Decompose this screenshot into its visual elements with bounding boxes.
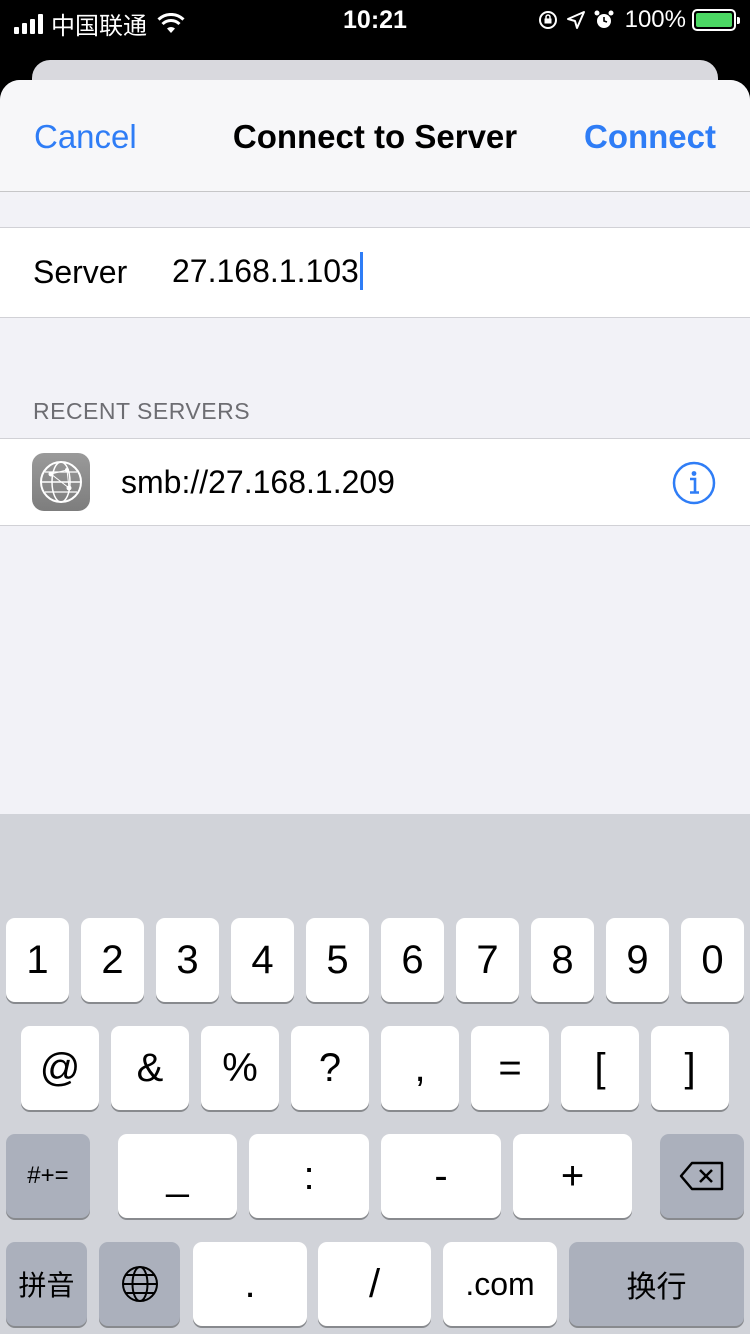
server-input-value: 27.168.1.103 bbox=[172, 252, 359, 289]
key-2[interactable]: 2 bbox=[81, 918, 144, 1002]
key-4[interactable]: 4 bbox=[231, 918, 294, 1002]
recent-servers-header: RECENT SERVERS bbox=[33, 398, 251, 424]
backspace-icon bbox=[679, 1161, 724, 1191]
server-row[interactable]: Server 27.168.1.103 bbox=[0, 227, 750, 318]
network-server-icon bbox=[32, 453, 90, 511]
cancel-button[interactable]: Cancel bbox=[34, 118, 137, 156]
key-colon[interactable]: : bbox=[249, 1134, 369, 1218]
navigation-bar: Cancel Connect to Server Connect bbox=[0, 80, 750, 192]
return-key[interactable]: 换行 bbox=[569, 1242, 744, 1326]
key-7[interactable]: 7 bbox=[456, 918, 519, 1002]
key-3[interactable]: 3 bbox=[156, 918, 219, 1002]
key-right-bracket[interactable]: ] bbox=[651, 1026, 729, 1110]
recent-server-address: smb://27.168.1.209 bbox=[121, 464, 395, 500]
battery-charging-icon bbox=[692, 9, 740, 31]
connect-button[interactable]: Connect bbox=[584, 118, 716, 156]
server-label: Server bbox=[33, 254, 128, 290]
key-percent[interactable]: % bbox=[201, 1026, 279, 1110]
backspace-key[interactable] bbox=[660, 1134, 744, 1218]
key-1[interactable]: 1 bbox=[6, 918, 69, 1002]
pinyin-key[interactable]: 拼音 bbox=[6, 1242, 87, 1326]
key-question[interactable]: ? bbox=[291, 1026, 369, 1110]
recent-server-item[interactable]: smb://27.168.1.209 bbox=[0, 438, 750, 526]
battery-percentage: 100% bbox=[624, 6, 686, 33]
alarm-icon bbox=[594, 10, 614, 28]
key-period[interactable]: . bbox=[193, 1242, 307, 1326]
text-caret bbox=[359, 252, 363, 290]
key-underscore[interactable]: _ bbox=[118, 1134, 237, 1218]
key-5[interactable]: 5 bbox=[306, 918, 369, 1002]
keyboard: 1 2 3 4 5 6 7 8 9 0 @ & % ? , = [ ] #+= … bbox=[0, 814, 750, 1334]
key-at[interactable]: @ bbox=[21, 1026, 99, 1110]
orientation-lock-icon bbox=[538, 11, 557, 29]
key-8[interactable]: 8 bbox=[531, 918, 594, 1002]
key-dot-com[interactable]: .com bbox=[443, 1242, 557, 1326]
key-slash[interactable]: / bbox=[318, 1242, 431, 1326]
status-bar: 中国联通 10:21 100% bbox=[0, 0, 750, 42]
globe-icon bbox=[121, 1266, 158, 1302]
key-6[interactable]: 6 bbox=[381, 918, 444, 1002]
connect-to-server-sheet: Cancel Connect to Server Connect Server … bbox=[0, 80, 750, 820]
location-icon bbox=[566, 11, 585, 29]
key-hyphen[interactable]: - bbox=[381, 1134, 501, 1218]
key-9[interactable]: 9 bbox=[606, 918, 669, 1002]
key-comma[interactable]: , bbox=[381, 1026, 459, 1110]
key-0[interactable]: 0 bbox=[681, 918, 744, 1002]
key-equals[interactable]: = bbox=[471, 1026, 549, 1110]
info-icon[interactable] bbox=[672, 461, 716, 505]
symbols-toggle-key[interactable]: #+= bbox=[6, 1134, 90, 1218]
key-plus[interactable]: + bbox=[513, 1134, 632, 1218]
server-input[interactable]: 27.168.1.103 bbox=[172, 252, 692, 290]
key-left-bracket[interactable]: [ bbox=[561, 1026, 639, 1110]
key-ampersand[interactable]: & bbox=[111, 1026, 189, 1110]
globe-key[interactable] bbox=[99, 1242, 180, 1326]
